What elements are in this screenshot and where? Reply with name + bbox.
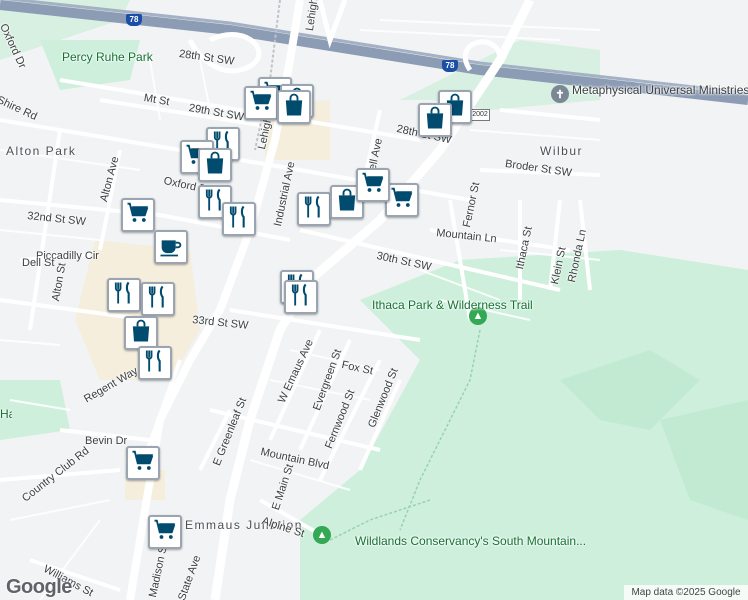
map-marker[interactable] [154, 230, 188, 264]
fork-knife-icon [300, 193, 328, 226]
park-label: Hampshire Park [0, 407, 12, 421]
fork-knife-icon [141, 347, 169, 380]
map-marker[interactable] [356, 168, 390, 202]
coffee-icon [157, 231, 185, 264]
map-marker[interactable] [138, 346, 172, 380]
fork-knife-icon [225, 203, 253, 236]
map-marker[interactable] [385, 183, 419, 217]
park-label: Percy Ruhe Park [62, 50, 153, 64]
park-label[interactable]: Wildlands Conservancy's South Mountain..… [355, 534, 586, 548]
neighborhood-label: Wilbur [540, 144, 584, 158]
interstate-78-shield-east: 78 [442, 60, 458, 72]
map-marker[interactable] [284, 280, 318, 314]
route-shield: 2002 [470, 109, 490, 121]
map-marker[interactable] [198, 148, 232, 182]
cart-icon [124, 199, 152, 232]
tree-icon[interactable]: ▲ [313, 526, 331, 544]
cart-icon [359, 169, 387, 202]
neighborhood-label: Alton Park [6, 144, 77, 158]
fork-knife-icon [144, 283, 172, 316]
map-marker[interactable] [121, 198, 155, 232]
poi-label[interactable]: Metaphysical Universal Ministries [572, 83, 748, 97]
map-marker[interactable] [107, 278, 141, 312]
bag-icon [421, 104, 449, 137]
map-marker[interactable] [124, 316, 158, 350]
map-marker[interactable] [126, 446, 160, 480]
map-marker[interactable] [418, 103, 452, 137]
map-marker[interactable] [244, 86, 278, 120]
church-icon[interactable]: ✝ [551, 85, 569, 103]
map-marker[interactable] [222, 202, 256, 236]
map-marker[interactable] [297, 192, 331, 226]
google-logo: Google [6, 576, 72, 598]
street-label: Dell St [22, 257, 55, 269]
park-label[interactable]: Ithaca Park & Wilderness Trail [372, 298, 533, 312]
map-marker[interactable] [141, 282, 175, 316]
map-canvas[interactable]: 78 78 2002 Oxford Dr Percy Ruhe Park 28t… [0, 0, 748, 600]
bag-icon [280, 91, 308, 124]
interstate-78-shield: 78 [126, 14, 142, 26]
fork-knife-icon [287, 281, 315, 314]
cart-icon [129, 447, 157, 480]
map-marker[interactable] [148, 515, 182, 549]
bag-icon [127, 317, 155, 350]
map-marker[interactable] [277, 90, 311, 124]
cart-icon [151, 516, 179, 549]
bag-icon [201, 149, 229, 182]
fork-knife-icon [110, 279, 138, 312]
street-label: Bevin Dr [85, 435, 128, 447]
cart-icon [388, 184, 416, 217]
map-attribution[interactable]: Map data ©2025 Google [624, 585, 748, 600]
cart-icon [247, 87, 275, 120]
